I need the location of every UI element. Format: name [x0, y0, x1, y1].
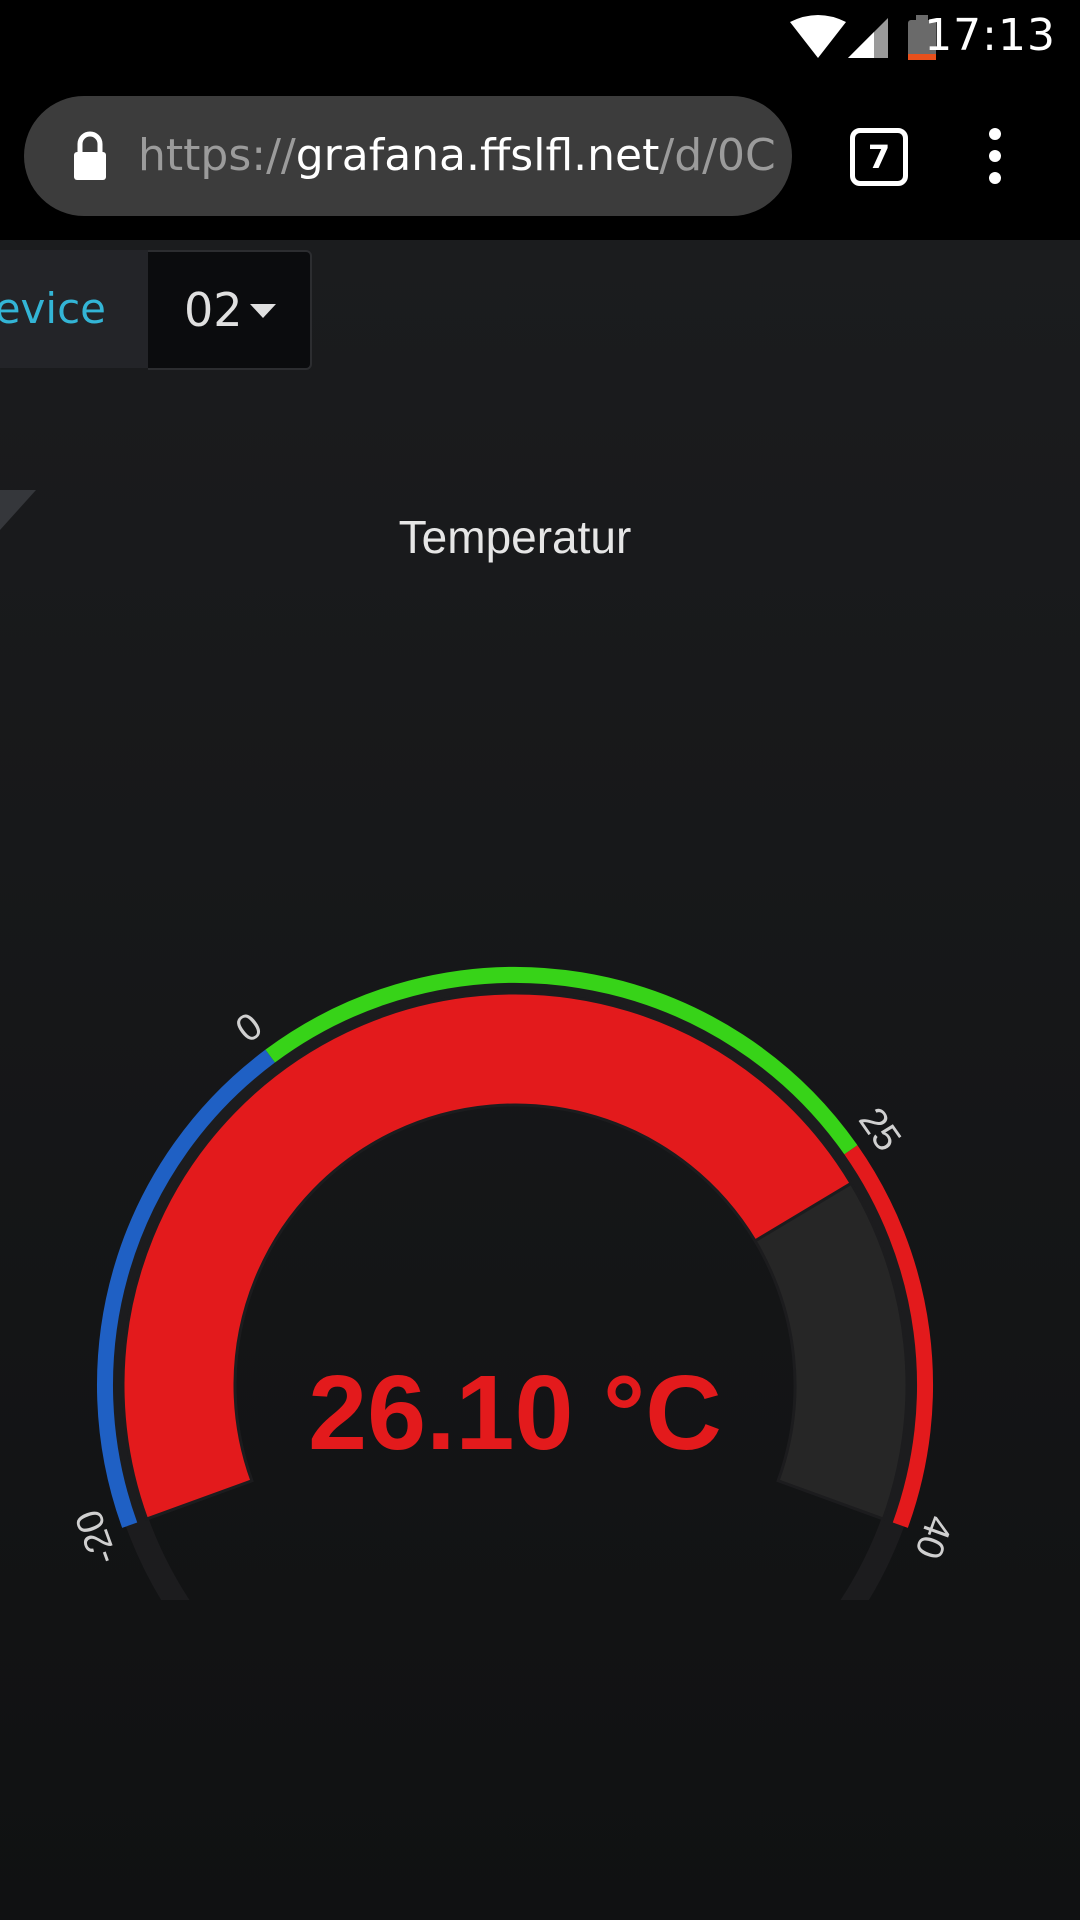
caret-down-icon — [250, 304, 276, 318]
variable-label: Device — [0, 250, 148, 368]
panel-title[interactable]: Temperatur — [0, 510, 1030, 564]
tab-switcher-button[interactable]: 7 — [850, 128, 908, 186]
variable-label-text: Device — [0, 284, 106, 333]
gauge-tick-label-3: 40 — [906, 1510, 960, 1564]
status-bar: 17:13 — [0, 0, 1080, 76]
variable-value: 02 — [184, 283, 243, 337]
wifi-icon — [790, 15, 846, 58]
address-bar[interactable]: https://grafana.ffslfl.net/d/0C — [24, 96, 792, 216]
url-path: /d/0C — [659, 130, 776, 181]
browser-toolbar: https://grafana.ffslfl.net/d/0C 7 — [0, 76, 1080, 240]
gauge-layer: -2002540 — [68, 967, 960, 1570]
url-scheme: https:// — [138, 130, 296, 181]
gauge-value: 26.10 °C — [308, 1354, 722, 1472]
gauge-tick-label-1: 0 — [228, 1005, 270, 1051]
lock-icon — [74, 131, 106, 180]
overflow-menu-icon[interactable] — [980, 126, 1010, 186]
gauge-tick-label-0: -20 — [68, 1504, 126, 1570]
status-time: 17:13 — [924, 10, 1056, 61]
url-text[interactable]: https://grafana.ffslfl.net/d/0C — [138, 124, 788, 188]
gauge-chart: -2002540 — [68, 967, 960, 1600]
variable-select[interactable]: 02 — [148, 250, 312, 370]
url-host: grafana.ffslfl.net — [295, 130, 660, 181]
